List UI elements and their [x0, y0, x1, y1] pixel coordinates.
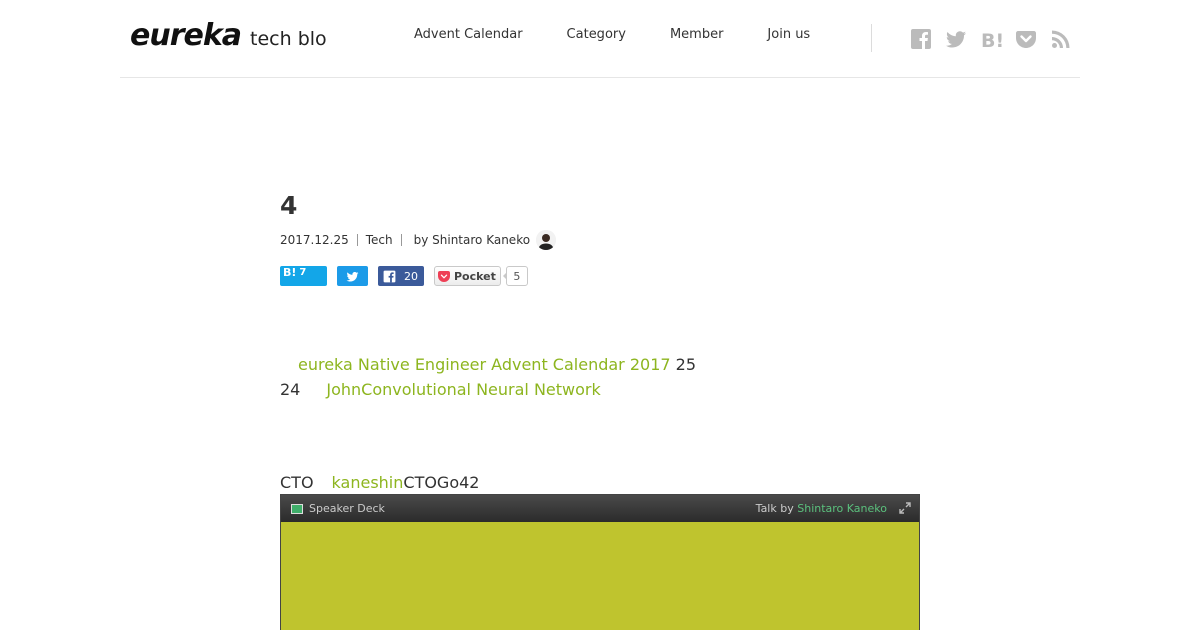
nav-member[interactable]: Member: [670, 27, 723, 42]
site-logo[interactable]: eureka tech blog: [130, 18, 327, 53]
pocket-button-main[interactable]: Pocket: [434, 266, 501, 286]
paragraph-text: CTOGo42: [403, 473, 480, 492]
intro-line: 24 JohnConvolutional Neural Network: [280, 377, 920, 402]
pocket-label: Pocket: [454, 269, 496, 283]
pocket-icon: [438, 270, 450, 282]
facebook-share-button[interactable]: 20: [378, 266, 424, 286]
author-profile-link[interactable]: kaneshin: [332, 473, 404, 492]
logo-subtitle: tech blog: [250, 28, 327, 50]
article-date: 2017.12.25: [280, 233, 349, 247]
twitter-icon: [346, 271, 359, 282]
speaker-deck-logo-icon: [291, 503, 303, 514]
hatena-count: 7: [299, 267, 307, 278]
logo-wordmark: eureka: [130, 18, 242, 53]
intro-line: eureka Native Engineer Advent Calendar 2…: [280, 352, 920, 377]
article-intro: eureka Native Engineer Advent Calendar 2…: [280, 352, 920, 402]
article-category[interactable]: Tech: [366, 233, 393, 247]
main-nav: Advent Calendar Category Member Join us: [414, 27, 854, 42]
speaker-deck-brand[interactable]: Speaker Deck: [309, 502, 385, 515]
facebook-count: 20: [404, 269, 418, 283]
nav-join-us[interactable]: Join us: [767, 27, 810, 42]
article-meta: 2017.12.25 Tech by Shintaro Kaneko: [280, 230, 920, 250]
avatar: [536, 230, 557, 250]
twitter-share-button[interactable]: [337, 266, 368, 286]
pocket-icon[interactable]: [1015, 28, 1037, 50]
site-header: eureka tech blog Advent Calendar Categor…: [120, 0, 1080, 78]
speaker-deck-embed[interactable]: Speaker Deck Talk by Shintaro Kaneko: [280, 494, 920, 630]
meta-separator: [400, 234, 402, 246]
hatena-bookmark-icon[interactable]: B!: [980, 28, 1002, 50]
meta-separator: [356, 234, 358, 246]
facebook-icon[interactable]: [910, 28, 932, 50]
pocket-count: 5: [502, 266, 528, 286]
intro-text: 25: [670, 355, 696, 374]
twitter-icon[interactable]: [945, 28, 967, 50]
talk-author-link[interactable]: Shintaro Kaneko: [797, 502, 887, 515]
svg-text:B!: B!: [981, 30, 1002, 50]
nav-advent-calendar[interactable]: Advent Calendar: [414, 27, 523, 42]
talk-prefix: Talk by: [755, 502, 798, 515]
article-title: 4: [280, 191, 298, 220]
nav-category[interactable]: Category: [567, 27, 626, 42]
social-links: B!: [910, 28, 1085, 50]
slide-preview[interactable]: [281, 522, 919, 630]
hatena-label: B!: [283, 266, 297, 279]
paragraph-text: CTO: [280, 473, 314, 492]
speaker-deck-bar: Speaker Deck Talk by Shintaro Kaneko: [281, 495, 919, 522]
article-author[interactable]: by Shintaro Kaneko: [414, 233, 530, 247]
facebook-icon: [383, 270, 396, 282]
intro-text: 24: [280, 380, 301, 399]
hatena-share-button[interactable]: B! 7: [280, 266, 327, 286]
speaker-deck-talk-info: Talk by Shintaro Kaneko: [756, 502, 887, 515]
previous-article-link[interactable]: JohnConvolutional Neural Network: [326, 380, 600, 399]
advent-calendar-link[interactable]: eureka Native Engineer Advent Calendar 2…: [298, 355, 671, 374]
article: 4 2017.12.25 Tech by Shintaro Kaneko B! …: [280, 190, 920, 494]
article-paragraph: CTO kaneshinCTOGo42: [280, 472, 920, 494]
expand-icon[interactable]: [899, 502, 911, 514]
share-buttons: B! 7 20 Pocket 5: [280, 266, 920, 286]
nav-divider: [871, 24, 872, 52]
rss-icon[interactable]: [1050, 28, 1072, 50]
pocket-share-button[interactable]: Pocket 5: [434, 266, 528, 286]
